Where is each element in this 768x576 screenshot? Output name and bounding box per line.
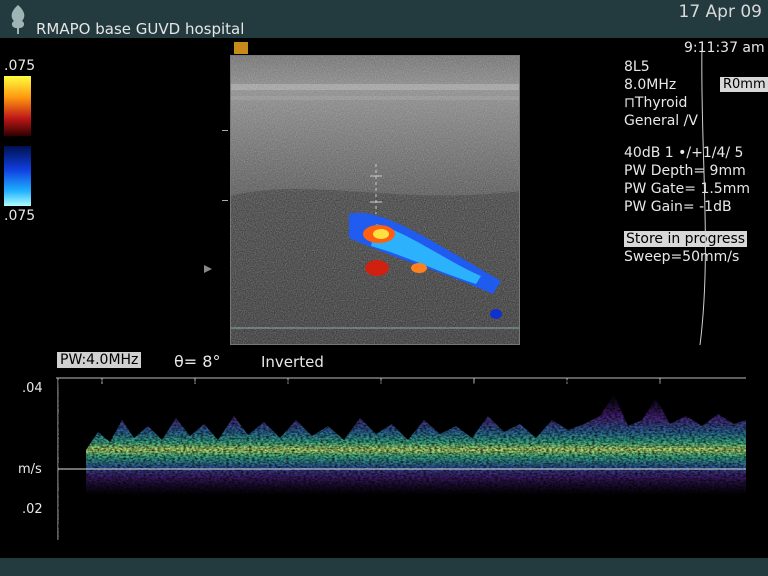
color-scale-bottom-value: .075 [4, 208, 36, 224]
color-scale-cool-bar [4, 146, 31, 206]
footer-bar [0, 558, 768, 576]
angle-correction: θ= 8° [174, 352, 221, 371]
gain-settings: 40dB 1 •/+1/4/ 5 [624, 145, 744, 161]
pw-gain: PW Gain= -1dB [624, 199, 732, 215]
pw-gate: PW Gate= 1.5mm [624, 181, 750, 197]
color-scale-warm-bar [4, 76, 31, 136]
color-scale-top-value: .075 [4, 58, 36, 74]
velocity-axis-unit: m/s [18, 462, 42, 477]
mode-label: General /V [624, 113, 698, 129]
b-mode-image[interactable] [230, 55, 520, 345]
preset-label: ⊓Thyroid [624, 95, 688, 111]
hospital-name: RMAPO base GUVD hospital [36, 20, 245, 38]
doppler-spectrum [58, 380, 746, 540]
exam-date: 17 Apr 09 [678, 2, 762, 22]
focus-marker-icon [204, 265, 212, 273]
current-time: 9:11:37 am [684, 40, 765, 56]
velocity-axis-bottom: .02 [22, 502, 43, 517]
ultrasound-image [231, 56, 519, 344]
pw-depth: PW Depth= 9mm [624, 163, 746, 179]
probe-label: 8L5 [624, 59, 650, 75]
r0-badge: R0mm [720, 77, 768, 92]
depth-tick [222, 200, 228, 201]
store-status: Store in progress [624, 231, 748, 247]
inverted-label: Inverted [261, 353, 324, 371]
probe-orientation-icon [234, 42, 248, 54]
velocity-axis-top: .04 [22, 381, 43, 396]
pw-frequency-label: PW:4.0MHz [57, 352, 142, 368]
tree-logo-icon [11, 5, 25, 34]
depth-tick [222, 130, 228, 131]
sweep-speed: Sweep=50mm/s [624, 249, 740, 265]
